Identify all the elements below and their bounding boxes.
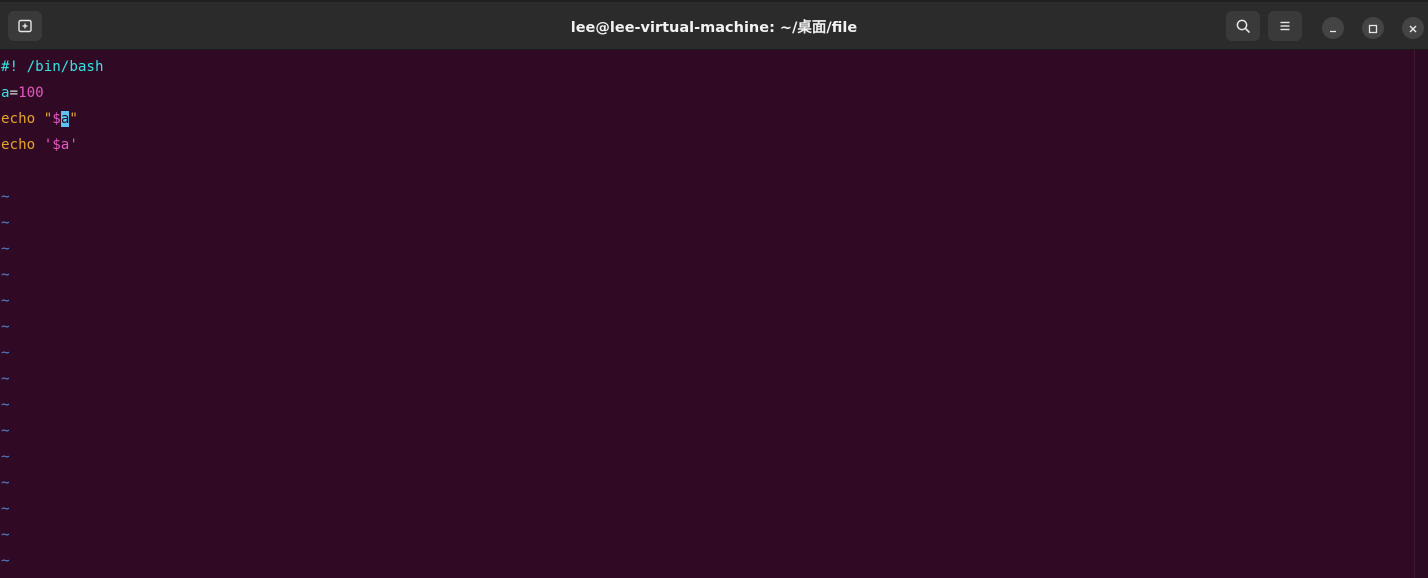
tilde-line: ~: [0, 444, 1414, 470]
window-title: lee@lee-virtual-machine: ~/桌面/file: [570, 20, 858, 36]
shebang-text: #! /bin/bash: [1, 59, 104, 75]
tilde-line: ~: [0, 288, 1414, 314]
tilde-marker: ~: [1, 319, 10, 335]
tilde-line: ~: [0, 314, 1414, 340]
new-tab-button[interactable]: [8, 11, 42, 41]
tilde-marker: ~: [1, 293, 10, 309]
code-line-4: echo '$a': [0, 132, 1414, 158]
maximize-icon: [1368, 19, 1378, 38]
tilde-line: ~: [0, 262, 1414, 288]
tilde-marker: ~: [1, 423, 10, 439]
tilde-line: ~: [0, 392, 1414, 418]
terminal-editor[interactable]: #! /bin/bash a=100 echo "$a" echo '$a' ~…: [0, 54, 1414, 578]
tilde-line: ~: [0, 522, 1414, 548]
scrollbar[interactable]: [1414, 50, 1428, 578]
tilde-line: ~: [0, 470, 1414, 496]
tilde-line: ~: [0, 184, 1414, 210]
single-quote-close: ': [69, 137, 78, 153]
tilde-marker: ~: [1, 241, 10, 257]
tilde-line: ~: [0, 236, 1414, 262]
minimize-icon: [1328, 19, 1338, 38]
maximize-button[interactable]: [1362, 17, 1384, 39]
close-icon: [1408, 19, 1418, 38]
tilde-marker: ~: [1, 475, 10, 491]
tilde-marker: ~: [1, 371, 10, 387]
tilde-marker: ~: [1, 449, 10, 465]
assign-operator: =: [9, 85, 19, 101]
tilde-marker: ~: [1, 553, 10, 569]
tilde-marker: ~: [1, 501, 10, 517]
code-line-3: echo "$a": [0, 106, 1414, 132]
echo-keyword: echo: [1, 137, 36, 153]
code-line-2: a=100: [0, 80, 1414, 106]
tilde-marker: ~: [1, 527, 10, 543]
tilde-marker: ~: [1, 267, 10, 283]
close-button[interactable]: [1402, 17, 1424, 39]
tilde-line: ~: [0, 548, 1414, 574]
double-quote-close: ": [69, 111, 78, 127]
code-line-1: #! /bin/bash: [0, 54, 1414, 80]
single-quoted-string: $a: [52, 137, 70, 153]
single-quote-open: ': [43, 137, 53, 153]
tilde-line: ~: [0, 366, 1414, 392]
search-button[interactable]: [1226, 11, 1260, 41]
tilde-line: ~: [0, 496, 1414, 522]
tilde-marker: ~: [1, 215, 10, 231]
tilde-marker: ~: [1, 397, 10, 413]
header-bar: lee@lee-virtual-machine: ~/桌面/file: [0, 0, 1428, 50]
tilde-line: ~: [0, 340, 1414, 366]
terminal-window: lee@lee-virtual-machine: ~/桌面/file #! /b…: [0, 0, 1428, 578]
tilde-marker: ~: [1, 345, 10, 361]
empty-buffer-lines: ~ ~ ~ ~ ~ ~ ~ ~ ~ ~ ~ ~ ~ ~ ~: [0, 184, 1414, 574]
search-icon: [1235, 18, 1251, 34]
tilde-line: ~: [0, 418, 1414, 444]
tilde-marker: ~: [1, 189, 10, 205]
dollar-sign: $: [52, 111, 61, 127]
variable-name: a: [1, 85, 10, 101]
new-tab-icon: [17, 18, 33, 34]
echo-keyword: echo: [1, 111, 36, 127]
double-quote-open: ": [43, 111, 53, 127]
hamburger-menu-icon: [1277, 18, 1293, 34]
tilde-line: ~: [0, 210, 1414, 236]
minimize-button[interactable]: [1322, 17, 1344, 39]
number-literal: 100: [18, 85, 44, 101]
menu-button[interactable]: [1268, 11, 1302, 41]
